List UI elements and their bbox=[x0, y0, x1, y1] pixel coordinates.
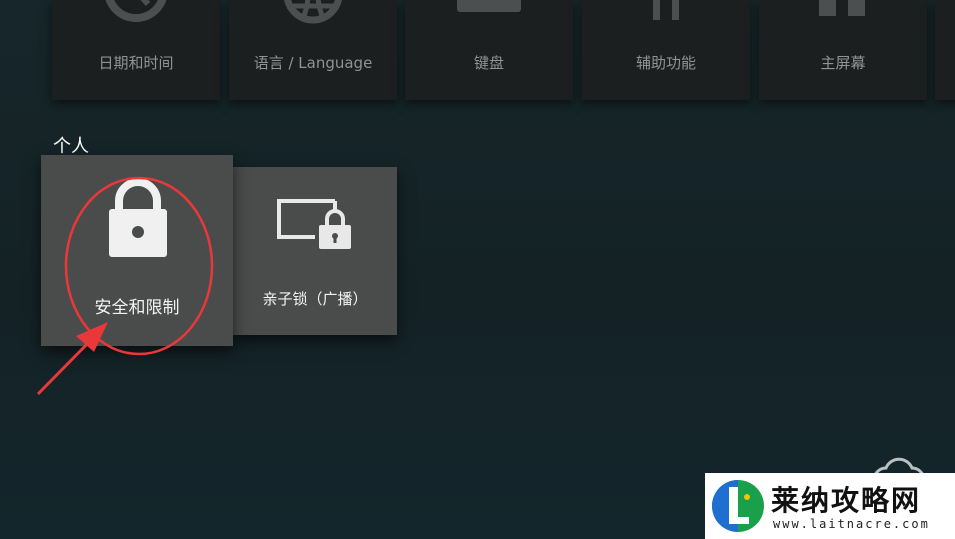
tile-label: 日期和时间 bbox=[98, 54, 174, 72]
annotation-arrow-shaft bbox=[36, 336, 95, 396]
clock-icon bbox=[52, 0, 220, 40]
tile-language[interactable]: 语言 / Language bbox=[229, 0, 397, 100]
screen-lock-icon bbox=[277, 195, 353, 255]
watermark-title: 莱纳攻略网 bbox=[771, 484, 922, 517]
card-label: 安全和限制 bbox=[94, 298, 180, 318]
card-security-restrictions[interactable]: 安全和限制 bbox=[41, 155, 233, 346]
top-settings-row: 日期和时间 语言 / Language 键盘 辅助功能 主屏幕 bbox=[0, 0, 955, 110]
watermark-url: www.laitnacre.com bbox=[773, 517, 930, 531]
watermark-logo: 莱纳攻略网 www.laitnacre.com bbox=[705, 473, 955, 539]
globe-icon bbox=[229, 0, 397, 40]
card-label: 亲子锁（广播） bbox=[262, 290, 368, 308]
watermark-emblem bbox=[709, 477, 767, 539]
tile-label: 键盘 bbox=[473, 54, 504, 72]
tile-date-time[interactable]: 日期和时间 bbox=[52, 0, 220, 100]
tile-keyboard[interactable]: 键盘 bbox=[405, 0, 573, 100]
tile-partial[interactable] bbox=[935, 0, 955, 100]
home-screen-icon bbox=[759, 0, 927, 40]
keyboard-icon bbox=[405, 0, 573, 40]
card-parental-lock[interactable]: 亲子锁（广播） bbox=[233, 167, 397, 335]
tile-label: 主屏幕 bbox=[820, 54, 866, 72]
tile-label: 辅助功能 bbox=[635, 54, 696, 72]
tile-home-screen[interactable]: 主屏幕 bbox=[759, 0, 927, 100]
lock-icon bbox=[107, 178, 169, 263]
tile-accessibility[interactable]: 辅助功能 bbox=[582, 0, 750, 100]
accessibility-icon bbox=[582, 0, 750, 40]
tile-label: 语言 / Language bbox=[253, 54, 373, 72]
